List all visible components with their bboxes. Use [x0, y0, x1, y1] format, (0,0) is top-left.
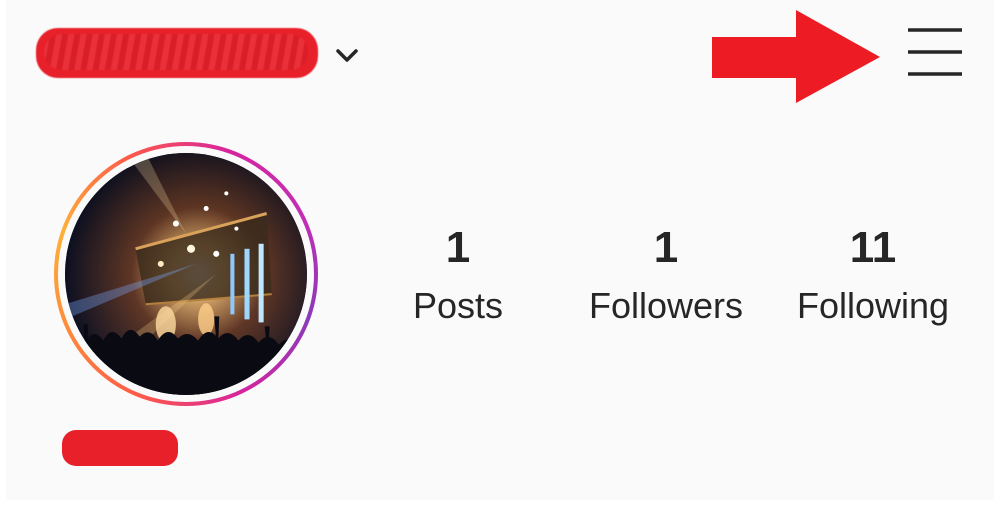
profile-screen: 1 Posts 1 Followers 11 Following — [6, 0, 994, 500]
annotation-arrow — [712, 10, 880, 103]
posts-label: Posts — [412, 285, 504, 326]
stat-following[interactable]: 11 Following — [774, 222, 972, 332]
followers-count: 1 — [653, 223, 679, 272]
avatar[interactable] — [54, 142, 318, 406]
following-label: Following — [796, 285, 950, 326]
avatar-ring-gap — [58, 146, 314, 402]
chevron-down-icon[interactable] — [332, 40, 362, 70]
following-count: 11 — [849, 223, 897, 272]
hamburger-menu-icon[interactable] — [906, 26, 964, 78]
username-redacted[interactable] — [36, 28, 318, 78]
stat-posts[interactable]: 1 Posts — [396, 222, 520, 332]
stat-followers[interactable]: 1 Followers — [568, 222, 764, 332]
display-name-redacted — [62, 430, 178, 466]
followers-label: Followers — [588, 285, 744, 326]
posts-count: 1 — [445, 223, 471, 272]
avatar-photo — [65, 153, 307, 395]
